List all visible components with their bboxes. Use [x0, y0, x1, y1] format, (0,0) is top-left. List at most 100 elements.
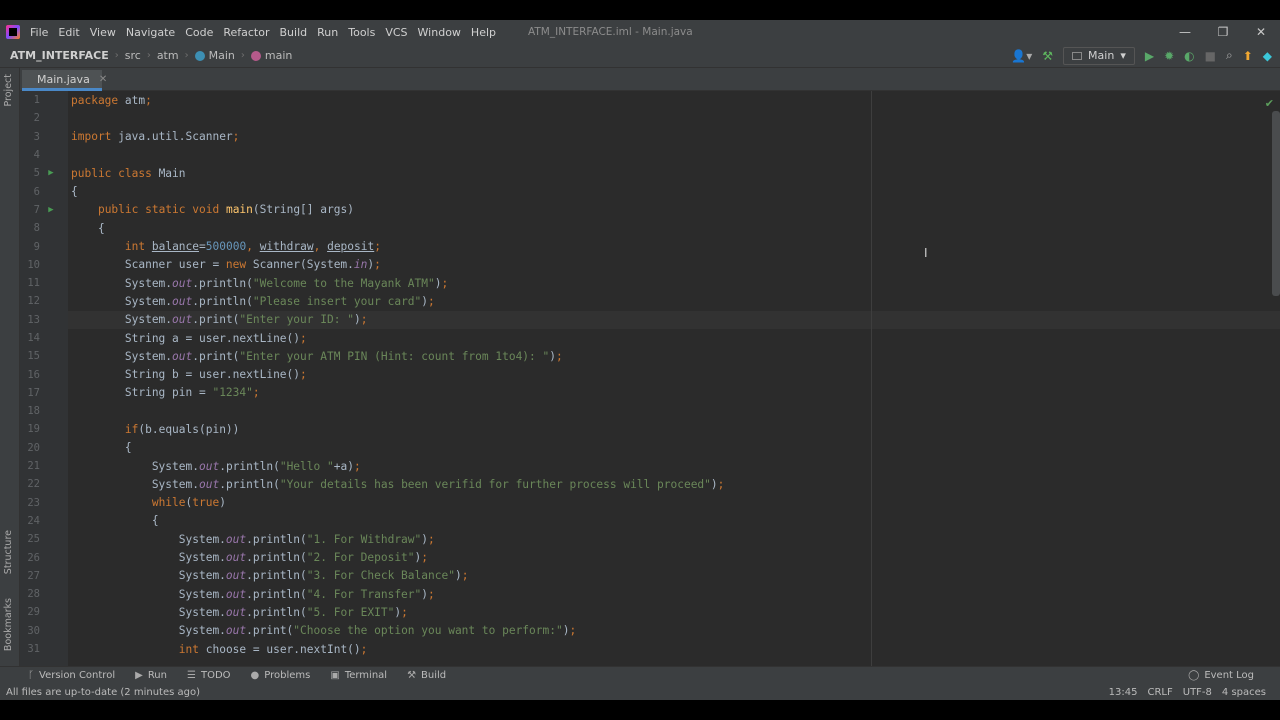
- version-control-button[interactable]: ᚴ Version Control: [28, 670, 115, 681]
- structure-tool-window-button[interactable]: Structure: [3, 530, 14, 574]
- menu-window[interactable]: Window: [418, 26, 461, 39]
- code-line[interactable]: 24 {: [20, 512, 1280, 530]
- update-icon[interactable]: ⬆: [1243, 49, 1253, 63]
- menu-view[interactable]: View: [90, 26, 116, 39]
- build-hammer-icon[interactable]: ⚒: [1042, 49, 1053, 63]
- code-line[interactable]: 21 System.out.println("Hello "+a);: [20, 457, 1280, 475]
- menu-file[interactable]: File: [30, 26, 48, 39]
- window-controls: — ❐ ✕: [1166, 25, 1280, 39]
- menu-bar: File Edit View Navigate Code Refactor Bu…: [0, 20, 1280, 44]
- line-number: 2: [33, 112, 40, 125]
- code-line[interactable]: 2: [20, 109, 1280, 127]
- run-tool-button[interactable]: ▶ Run: [135, 670, 167, 681]
- code-line[interactable]: 30 System.out.print("Choose the option y…: [20, 622, 1280, 640]
- menu-run[interactable]: Run: [317, 26, 338, 39]
- code-line[interactable]: 22 System.out.println("Your details has …: [20, 475, 1280, 493]
- menu-build[interactable]: Build: [280, 26, 308, 39]
- code-text: public class Main: [71, 166, 186, 180]
- code-line[interactable]: 27 System.out.println("3. For Check Bala…: [20, 567, 1280, 585]
- code-line[interactable]: 7 ▶ public static void main(String[] args…: [20, 201, 1280, 219]
- code-line[interactable]: 12 System.out.println("Please insert you…: [20, 292, 1280, 310]
- code-line[interactable]: 11 System.out.println("Welcome to the Ma…: [20, 274, 1280, 292]
- code-line[interactable]: 25 System.out.println("1. For Withdraw")…: [20, 530, 1280, 548]
- version-control-label: Version Control: [39, 670, 116, 681]
- restore-icon[interactable]: ❐: [1204, 25, 1242, 39]
- event-log-button[interactable]: ◯ Event Log: [1188, 670, 1254, 681]
- indent-setting[interactable]: 4 spaces: [1222, 687, 1266, 698]
- code-text: System.out.println("2. For Deposit");: [71, 551, 429, 565]
- code-line[interactable]: 23 while(true): [20, 494, 1280, 512]
- line-number: 28: [27, 588, 40, 601]
- run-configuration-dropdown[interactable]: Main ▾: [1063, 46, 1135, 65]
- code-line[interactable]: 17 String pin = "1234";: [20, 384, 1280, 402]
- code-line[interactable]: 16 String b = user.nextLine();: [20, 365, 1280, 383]
- code-line[interactable]: 10 Scanner user = new Scanner(System.in)…: [20, 256, 1280, 274]
- menu-edit[interactable]: Edit: [58, 26, 79, 39]
- cursor-position[interactable]: 13:45: [1109, 687, 1138, 698]
- bookmarks-tool-window-button[interactable]: Bookmarks: [3, 598, 14, 651]
- code-line[interactable]: 15 System.out.print("Enter your ATM PIN …: [20, 347, 1280, 365]
- editor-tab-bar: Main.java ✕: [20, 68, 1280, 91]
- breadcrumb-method[interactable]: main: [250, 49, 293, 62]
- menu-vcs[interactable]: VCS: [385, 26, 407, 39]
- code-line[interactable]: 26 System.out.println("2. For Deposit");: [20, 548, 1280, 566]
- line-separator[interactable]: CRLF: [1147, 687, 1172, 698]
- code-line[interactable]: 8 {: [20, 219, 1280, 237]
- user-icon[interactable]: 👤▾: [1011, 49, 1032, 63]
- play-icon: ▶: [135, 670, 143, 681]
- menu-tools[interactable]: Tools: [348, 26, 375, 39]
- run-label: Run: [147, 670, 167, 681]
- code-line[interactable]: 18: [20, 402, 1280, 420]
- code-line[interactable]: 4: [20, 146, 1280, 164]
- menu-help[interactable]: Help: [471, 26, 496, 39]
- breadcrumb-class[interactable]: Main: [194, 49, 235, 62]
- code-line[interactable]: 13 System.out.print("Enter your ID: ");: [20, 311, 1280, 329]
- close-icon[interactable]: ✕: [99, 74, 107, 85]
- editor-scrollbar[interactable]: [1272, 111, 1280, 296]
- code-line[interactable]: 3 import java.util.Scanner;: [20, 128, 1280, 146]
- code-text: System.out.println("Welcome to the Mayan…: [71, 276, 449, 290]
- toolbox-icon[interactable]: ◆: [1263, 49, 1272, 63]
- code-line[interactable]: 31 int choose = user.nextInt();: [20, 640, 1280, 658]
- menu-navigate[interactable]: Navigate: [126, 26, 175, 39]
- run-icon[interactable]: ▶: [1145, 49, 1154, 63]
- text-cursor-icon: I: [924, 246, 928, 260]
- code-line[interactable]: 9 int balance=500000, withdraw, deposit;: [20, 237, 1280, 255]
- code-line[interactable]: 5 ▶ public class Main: [20, 164, 1280, 182]
- problems-button[interactable]: ● Problems: [251, 670, 311, 681]
- code-line[interactable]: 29 System.out.println("5. For EXIT");: [20, 603, 1280, 621]
- file-encoding[interactable]: UTF-8: [1183, 687, 1212, 698]
- code-line[interactable]: 19 if(b.equals(pin)): [20, 420, 1280, 438]
- tab-main-java[interactable]: Main.java ✕: [22, 70, 107, 91]
- close-icon[interactable]: ✕: [1242, 25, 1280, 39]
- line-number: 18: [27, 405, 40, 418]
- method-icon: [250, 50, 261, 61]
- inspection-ok-icon[interactable]: ✔: [1265, 97, 1274, 110]
- run-gutter-icon[interactable]: ▶: [40, 168, 62, 178]
- breadcrumb-project[interactable]: ATM_INTERFACE: [10, 49, 109, 62]
- stop-icon[interactable]: ■: [1205, 49, 1216, 63]
- menu-refactor[interactable]: Refactor: [223, 26, 269, 39]
- minimize-icon[interactable]: —: [1166, 25, 1204, 39]
- breadcrumb-method-label: main: [264, 49, 293, 62]
- build-button[interactable]: ⚒ Build: [407, 670, 446, 681]
- code-line[interactable]: 14 String a = user.nextLine();: [20, 329, 1280, 347]
- line-number: 22: [27, 478, 40, 491]
- debug-icon[interactable]: ✹: [1164, 49, 1174, 63]
- terminal-button[interactable]: ▣ Terminal: [330, 670, 387, 681]
- coverage-icon[interactable]: ◐: [1184, 49, 1194, 63]
- run-gutter-icon[interactable]: ▶: [40, 205, 62, 215]
- search-icon[interactable]: ⌕: [1226, 48, 1233, 63]
- project-tool-window-button[interactable]: Project: [3, 74, 14, 107]
- code-line[interactable]: 6{: [20, 182, 1280, 200]
- code-editor[interactable]: 1 package atm; 2 3 import java.util.Scanner;…: [20, 91, 1280, 666]
- menu-code[interactable]: Code: [185, 26, 213, 39]
- code-line[interactable]: 28 System.out.println("4. For Transfer")…: [20, 585, 1280, 603]
- breadcrumb-src[interactable]: src: [125, 49, 141, 62]
- breadcrumb-atm[interactable]: atm: [157, 49, 179, 62]
- line-number: 8: [33, 222, 40, 235]
- code-line[interactable]: 20 {: [20, 439, 1280, 457]
- line-number: 25: [27, 533, 40, 546]
- todo-button[interactable]: ☰ TODO: [187, 670, 231, 681]
- code-line[interactable]: 1 package atm;: [20, 91, 1280, 109]
